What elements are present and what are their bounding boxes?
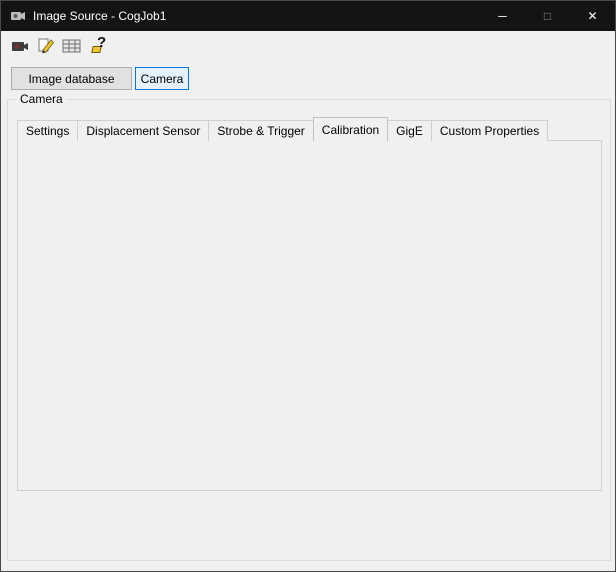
help-icon[interactable]: ? — [89, 34, 111, 55]
tab-gige[interactable]: GigE — [387, 120, 432, 141]
camera-button[interactable]: Camera — [135, 67, 189, 90]
titlebar: Image Source - CogJob1 ─ □ ✕ — [1, 1, 615, 31]
minimize-button[interactable]: ─ — [480, 1, 525, 31]
image-source-window: Image Source - CogJob1 ─ □ ✕ ? Image dat… — [0, 0, 616, 572]
help-icon-glyph: ? — [91, 34, 108, 54]
tab-settings[interactable]: Settings — [17, 120, 79, 141]
maximize-button[interactable]: □ — [525, 1, 570, 31]
image-database-button[interactable]: Image database — [11, 67, 132, 90]
calibration-tab-panel — [17, 140, 602, 491]
window-title: Image Source - CogJob1 — [33, 9, 167, 23]
tab-calibration[interactable]: Calibration — [312, 117, 389, 141]
tab-strobe-trigger[interactable]: Strobe & Trigger — [208, 120, 314, 141]
edit-acquisition-icon[interactable] — [35, 35, 57, 55]
app-icon — [10, 8, 26, 24]
tab-custom-properties[interactable]: Custom Properties — [430, 120, 549, 141]
camera-groupbox-label: Camera — [16, 92, 67, 106]
tab-strip: Settings Displacement Sensor Strobe & Tr… — [17, 117, 549, 141]
close-button[interactable]: ✕ — [570, 1, 615, 31]
acquire-image-icon[interactable] — [9, 36, 31, 56]
tab-displacement-sensor[interactable]: Displacement Sensor — [77, 120, 210, 141]
grid-display-icon[interactable] — [61, 36, 83, 56]
